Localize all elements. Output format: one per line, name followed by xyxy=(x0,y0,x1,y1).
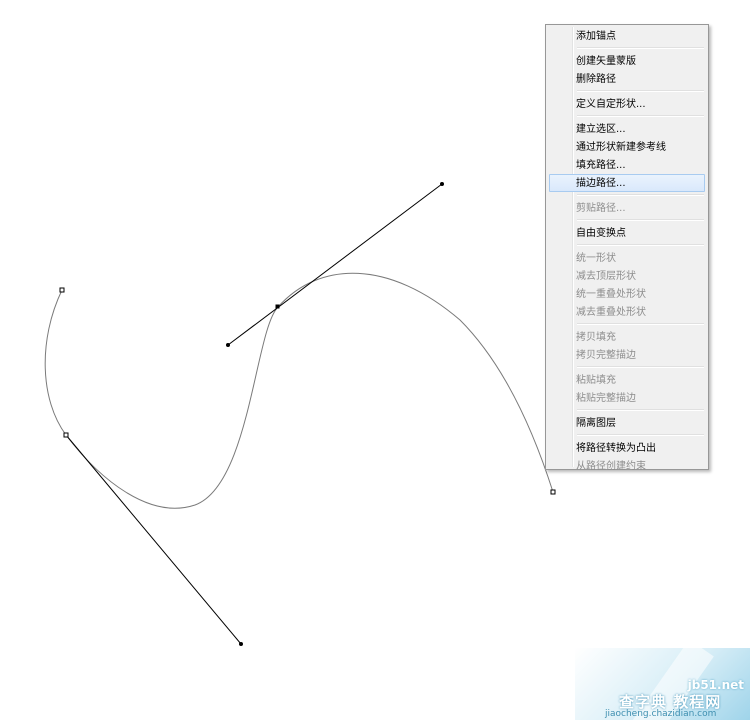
watermark-site: jb51.net xyxy=(687,678,744,692)
menu-separator xyxy=(577,409,704,411)
menu-item[interactable]: 通过形状新建参考线 xyxy=(549,138,705,156)
menu-item[interactable]: 隔离图层 xyxy=(549,414,705,432)
menu-item[interactable]: 描边路径... xyxy=(549,174,705,192)
menu-separator xyxy=(577,366,704,368)
direction-handle-point[interactable] xyxy=(440,182,444,186)
menu-item[interactable]: 创建矢量蒙版 xyxy=(549,52,705,70)
menu-item[interactable]: 自由变换点 xyxy=(549,224,705,242)
watermark-logo: jb51.net 查字典 教程网 jiaocheng.chazidian.com xyxy=(575,648,750,720)
menu-item: 粘贴完整描边 xyxy=(576,393,636,404)
menu-item: 拷贝填充 xyxy=(576,332,616,343)
direction-handle-line-bottom xyxy=(65,434,242,645)
direction-handle-line-top xyxy=(227,183,443,346)
watermark-url: jiaocheng.chazidian.com xyxy=(605,709,717,719)
menu-item: 减去顶层形状 xyxy=(576,271,636,282)
anchor-point[interactable] xyxy=(59,287,65,293)
menu-item[interactable]: 删除路径 xyxy=(549,70,705,88)
menu-item: 统一重叠处形状 xyxy=(576,289,646,300)
anchor-point[interactable] xyxy=(550,489,556,495)
menu-separator xyxy=(577,194,704,196)
menu-separator xyxy=(577,434,704,436)
menu-separator xyxy=(577,90,704,92)
menu-separator xyxy=(577,115,704,117)
anchor-point-selected[interactable] xyxy=(275,304,280,309)
menu-separator xyxy=(577,219,704,221)
menu-separator xyxy=(577,47,704,49)
menu-item: 拷贝完整描边 xyxy=(576,350,636,361)
menu-item: 粘贴填充 xyxy=(576,375,616,386)
menu-item[interactable]: 建立选区... xyxy=(549,120,705,138)
direction-handle-point[interactable] xyxy=(239,642,243,646)
menu-item: 剪贴路径... xyxy=(576,203,626,214)
menu-item[interactable]: 添加锚点 xyxy=(549,27,705,45)
menu-separator xyxy=(577,323,704,325)
context-menu: 添加锚点创建矢量蒙版 删除路径定义自定形状... 建立选区... 通过形状新建参考线填… xyxy=(545,24,709,472)
menu-item[interactable]: 定义自定形状... xyxy=(549,95,705,113)
bezier-path[interactable] xyxy=(44,272,554,509)
menu-item: 统一形状 xyxy=(576,253,616,264)
menu-item: 减去重叠处形状 xyxy=(576,307,646,318)
direction-handle-point[interactable] xyxy=(226,343,230,347)
menu-item: 从路径创建约束 xyxy=(576,461,646,472)
anchor-point[interactable] xyxy=(63,432,69,438)
menu-item[interactable]: 填充路径... xyxy=(549,156,705,174)
menu-separator xyxy=(577,244,704,246)
menu-item[interactable]: 将路径转换为凸出 xyxy=(549,439,705,457)
